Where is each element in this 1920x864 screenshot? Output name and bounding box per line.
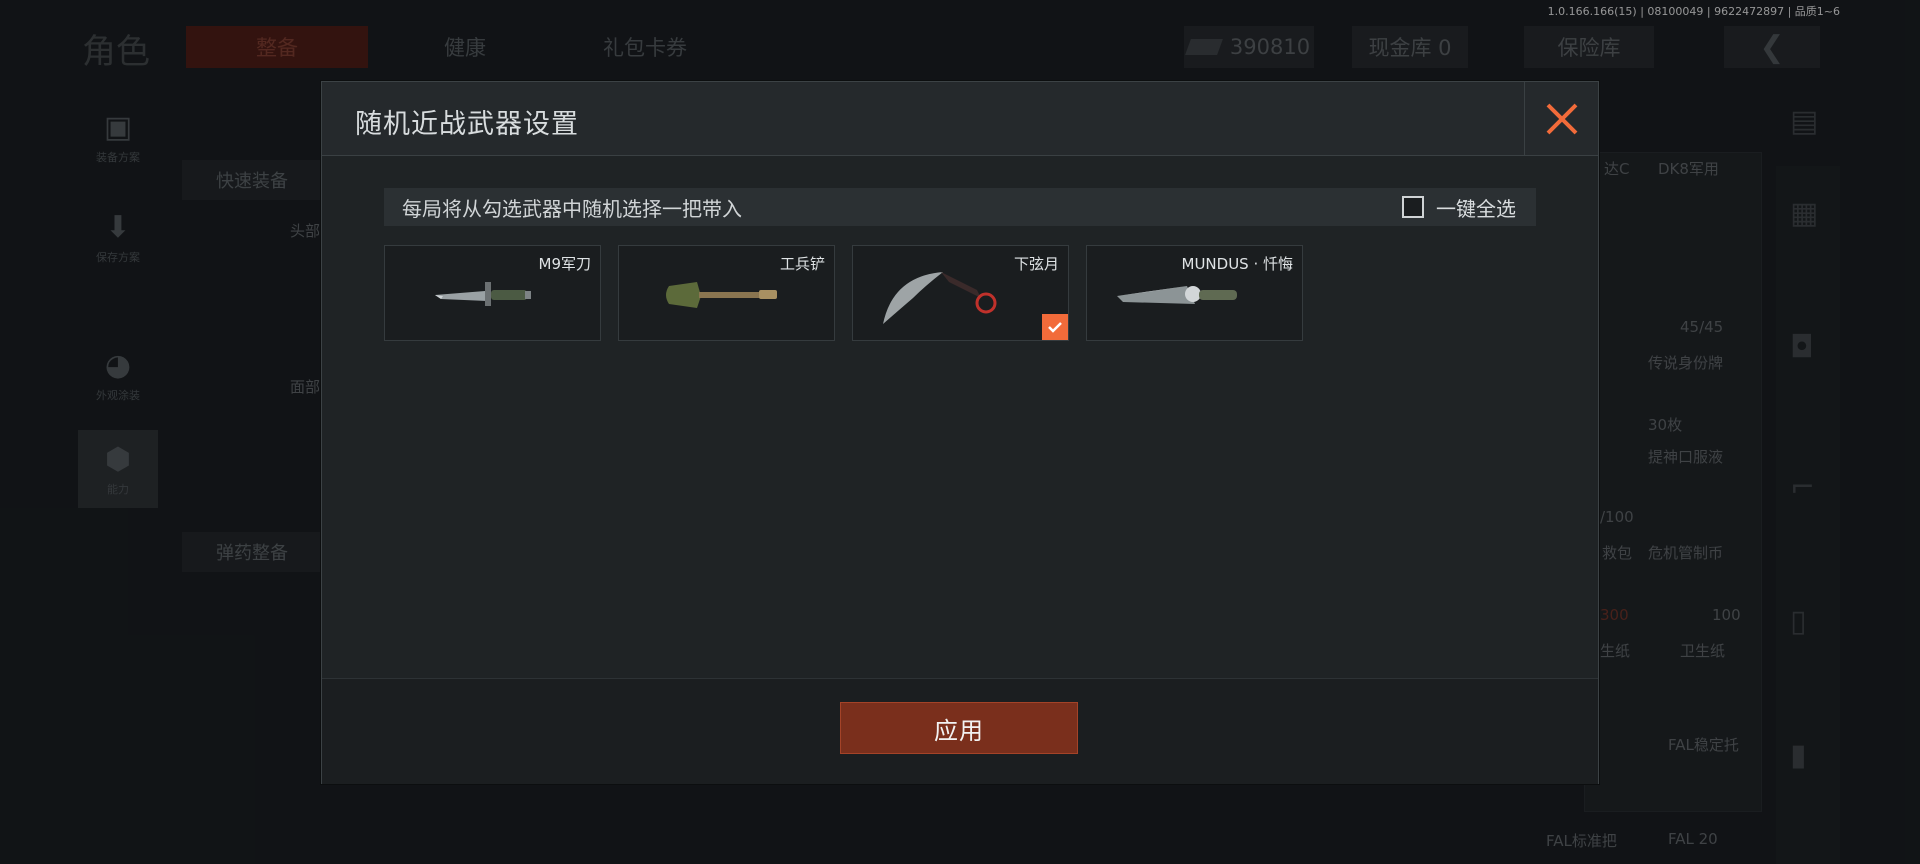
- weapon-card-shovel[interactable]: 工兵铲: [618, 245, 835, 341]
- selected-check-badge: [1042, 314, 1068, 340]
- close-button[interactable]: [1524, 82, 1598, 156]
- weapon-card-karambit[interactable]: 下弦月: [852, 245, 1069, 341]
- apply-button[interactable]: 应用: [840, 702, 1078, 754]
- weapon-name: M9军刀: [538, 255, 592, 273]
- weapon-name: 下弦月: [1013, 255, 1059, 273]
- select-all-checkbox[interactable]: [1402, 196, 1424, 218]
- random-melee-dialog: 随机近战武器设置 每局将从勾选武器中随机选择一把带入 一键全选 M9军刀 工兵铲…: [321, 81, 1599, 784]
- weapon-name: MUNDUS · 忏悔: [1181, 255, 1294, 273]
- close-icon: [1546, 103, 1577, 135]
- info-text: 每局将从勾选武器中随机选择一把带入: [402, 196, 742, 221]
- weapon-grid: M9军刀 工兵铲 下弦月 MUNDUS · 忏悔: [384, 245, 1303, 341]
- info-bar: 每局将从勾选武器中随机选择一把带入 一键全选: [384, 188, 1536, 226]
- dialog-header: 随机近战武器设置: [322, 82, 1598, 156]
- dialog-footer: 应用: [322, 678, 1598, 784]
- dialog-title: 随机近战武器设置: [355, 109, 579, 140]
- weapon-name: 工兵铲: [779, 255, 825, 273]
- weapon-card-m9[interactable]: M9军刀: [384, 245, 601, 341]
- check-icon: [1048, 322, 1062, 333]
- weapon-card-mundus[interactable]: MUNDUS · 忏悔: [1086, 245, 1303, 341]
- game-screen: 1.0.166.166(15) | 08100049 | 9622472897 …: [0, 0, 1920, 864]
- select-all-toggle[interactable]: 一键全选: [1402, 193, 1516, 222]
- select-all-label: 一键全选: [1436, 196, 1516, 221]
